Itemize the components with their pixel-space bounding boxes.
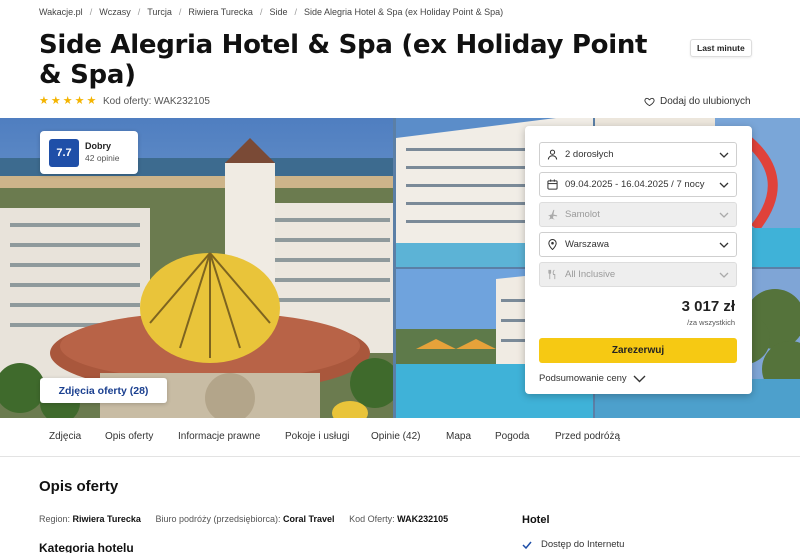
chevron-down-icon bbox=[719, 272, 729, 278]
hotel-category-title: Kategoria hotelu bbox=[39, 541, 134, 553]
offer-code: Kod oferty: WAK232105 bbox=[103, 96, 210, 107]
book-button[interactable]: Zarezerwuj bbox=[539, 338, 737, 363]
tab-pokoje-i-uslugi[interactable]: Pokoje i usługi bbox=[285, 431, 349, 442]
region-value: Riwiera Turecka bbox=[72, 514, 141, 524]
travelers-select[interactable]: 2 dorosłych bbox=[539, 142, 737, 167]
dates-select[interactable]: 09.04.2025 - 16.04.2025 / 7 nocy bbox=[539, 172, 737, 197]
operator-value: Coral Travel bbox=[283, 514, 335, 524]
breadcrumb-separator: / bbox=[178, 7, 182, 17]
cutlery-icon bbox=[547, 269, 558, 280]
board-value: All Inclusive bbox=[565, 269, 616, 280]
tab-opinie[interactable]: Opinie (42) bbox=[371, 431, 420, 442]
transport-select: Samolot bbox=[539, 202, 737, 227]
heart-icon bbox=[644, 97, 655, 107]
breadcrumb-region[interactable]: Riwiera Turecka bbox=[188, 7, 253, 17]
chevron-down-icon bbox=[633, 375, 646, 382]
tab-pogoda[interactable]: Pogoda bbox=[495, 431, 529, 442]
star-icon: ★ bbox=[74, 95, 85, 107]
add-to-favorites-button[interactable]: Dodaj do ulubionych bbox=[644, 96, 751, 107]
operator-label: Biuro podróży (przedsiębiorca): bbox=[155, 514, 281, 524]
chevron-down-icon bbox=[719, 212, 729, 218]
rating-score: 7.7 bbox=[49, 139, 79, 167]
dates-value: 09.04.2025 - 16.04.2025 / 7 nocy bbox=[565, 179, 705, 190]
rating-label: Dobry bbox=[85, 141, 112, 151]
breadcrumb-home[interactable]: Wakacje.pl bbox=[39, 7, 83, 17]
booking-panel: 2 dorosłych 09.04.2025 - 16.04.2025 / 7 … bbox=[525, 126, 752, 394]
check-icon bbox=[522, 541, 532, 549]
departure-value: Warszawa bbox=[565, 239, 609, 250]
hotel-stars: ★ ★ ★ ★ ★ bbox=[39, 95, 96, 107]
breadcrumb: Wakacje.pl / Wczasy / Turcja / Riwiera Ture… bbox=[39, 7, 503, 17]
breadcrumb-current: Side Alegria Hotel & Spa (ex Holiday Poi… bbox=[303, 7, 504, 17]
departure-select[interactable]: Warszawa bbox=[539, 232, 737, 257]
region-label: Region: bbox=[39, 514, 71, 524]
page-title: Side Alegria Hotel & Spa (ex Holiday Poi… bbox=[39, 30, 648, 90]
rating-badge[interactable]: 7.7 Dobry 42 opinie bbox=[40, 131, 138, 174]
price-note: /za wszystkich bbox=[687, 318, 735, 327]
tab-informacje-prawne[interactable]: Informacje prawne bbox=[178, 431, 260, 442]
breadcrumb-city[interactable]: Side bbox=[269, 7, 287, 17]
hotel-features-heading: Hotel bbox=[522, 514, 550, 526]
board-select: All Inclusive bbox=[539, 262, 737, 287]
chevron-down-icon bbox=[719, 152, 729, 158]
tab-mapa[interactable]: Mapa bbox=[446, 431, 471, 442]
calendar-icon bbox=[547, 179, 558, 190]
chevron-down-icon bbox=[719, 182, 729, 188]
total-price: 3 017 zł bbox=[681, 298, 735, 315]
travelers-value: 2 dorosłych bbox=[565, 149, 614, 160]
tab-przed-podroza[interactable]: Przed podróżą bbox=[555, 431, 620, 442]
add-to-favorites-label: Dodaj do ulubionych bbox=[660, 96, 751, 107]
star-icon: ★ bbox=[50, 95, 61, 107]
breadcrumb-separator: / bbox=[259, 7, 263, 17]
section-tabs: Zdjęcia Opis oferty Informacje prawne Po… bbox=[0, 418, 800, 457]
price-summary-toggle[interactable]: Podsumowanie ceny bbox=[539, 373, 646, 384]
tab-zdjecia[interactable]: Zdjęcia bbox=[49, 431, 81, 442]
feature-item: Dostęp do Internetu bbox=[522, 539, 624, 550]
location-pin-icon bbox=[547, 239, 558, 250]
code-label: Kod Oferty: bbox=[349, 514, 395, 524]
breadcrumb-wczasy[interactable]: Wczasy bbox=[99, 7, 131, 17]
breadcrumb-separator: / bbox=[89, 7, 93, 17]
chevron-down-icon bbox=[719, 242, 729, 248]
breadcrumb-separator: / bbox=[137, 7, 141, 17]
price-summary-label: Podsumowanie ceny bbox=[539, 373, 627, 384]
last-minute-badge: Last minute bbox=[690, 39, 752, 57]
reviews-count: 42 opinie bbox=[85, 153, 120, 163]
breadcrumb-country[interactable]: Turcja bbox=[147, 7, 172, 17]
breadcrumb-separator: / bbox=[294, 7, 297, 17]
plane-icon bbox=[547, 209, 558, 220]
star-icon: ★ bbox=[39, 95, 49, 107]
star-icon: ★ bbox=[62, 95, 73, 107]
person-icon bbox=[547, 149, 558, 160]
star-icon: ★ bbox=[86, 95, 97, 107]
photos-button[interactable]: Zdjęcia oferty (28) bbox=[40, 378, 167, 403]
feature-label: Dostęp do Internetu bbox=[541, 539, 625, 550]
transport-value: Samolot bbox=[565, 209, 600, 220]
tab-opis-oferty[interactable]: Opis oferty bbox=[105, 431, 153, 442]
code-value: WAK232105 bbox=[397, 514, 449, 524]
offer-meta: Region: Riwiera Turecka Biuro podróży (p… bbox=[39, 514, 448, 524]
offer-description-title: Opis oferty bbox=[39, 478, 119, 495]
